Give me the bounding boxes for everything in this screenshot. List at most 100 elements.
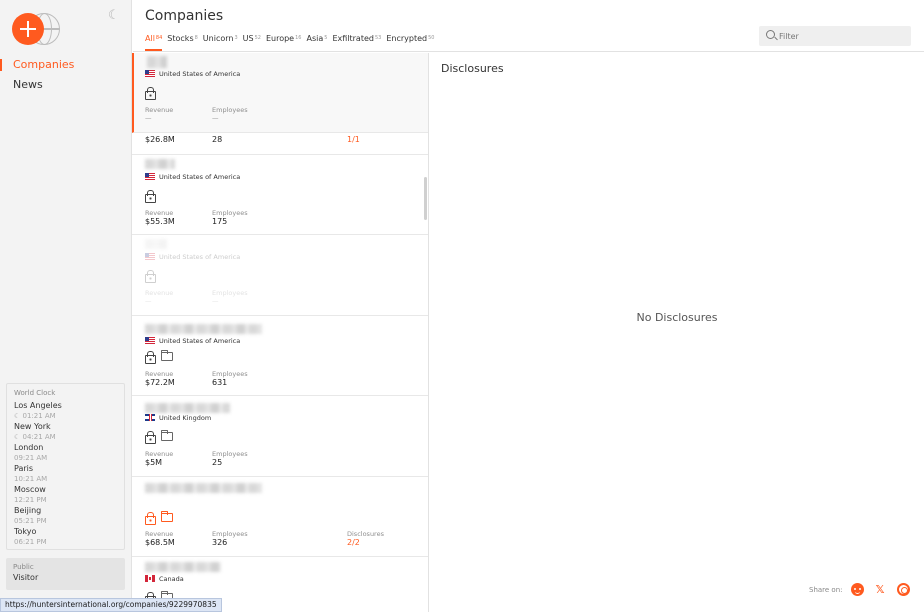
tab-unicorn[interactable]: Unicorn3 — [203, 33, 238, 48]
status-icons — [145, 190, 161, 203]
revenue-value: $55.3M — [145, 217, 175, 226]
dark-mode-toggle-icon[interactable]: ☾ — [108, 8, 120, 23]
detail-pane: Disclosures No Disclosures Share on: 𝕏 — [430, 53, 924, 612]
revenue-stat: Revenue $55.3M — [145, 209, 175, 227]
company-card[interactable]: $26.8M 28 1/1 — [132, 133, 428, 155]
filter-box[interactable] — [759, 26, 911, 46]
revenue-value: $68.5M — [145, 538, 175, 547]
us-flag-icon — [145, 253, 155, 260]
reddit-icon — [850, 583, 864, 596]
lock-icon — [145, 512, 156, 525]
clock-city: Moscow — [14, 485, 46, 494]
tab-label: Europe — [265, 34, 295, 43]
world-clock-title: World Clock — [14, 389, 56, 397]
company-card[interactable]: United States of America Revenue — Employ… — [132, 53, 428, 133]
logo[interactable] — [12, 12, 62, 46]
clock-city: Tokyo — [14, 527, 37, 536]
company-list[interactable]: United States of America Revenue — Employ… — [132, 53, 429, 612]
tab-encrypted[interactable]: Encrypted50 — [386, 33, 434, 48]
company-country: United States of America — [145, 253, 240, 262]
clock-time: 09:21 AM — [14, 454, 48, 462]
tab-stocks[interactable]: Stocks8 — [167, 33, 198, 48]
tab-us[interactable]: US52 — [243, 33, 261, 48]
revenue-label: Revenue — [145, 530, 174, 538]
disclosures-label: Disclosures — [347, 530, 384, 538]
folder-icon — [161, 511, 173, 522]
us-flag-icon — [145, 70, 155, 77]
status-icons — [145, 511, 173, 525]
company-card[interactable]: United States of America Revenue — Employ… — [132, 235, 428, 316]
employees-stat: Employees 631 — [212, 370, 248, 388]
clock-city: New York — [14, 422, 51, 431]
revenue-stat: Revenue $72.2M — [145, 370, 175, 388]
clock-time: 06:21 PM — [14, 538, 47, 546]
employees-label: Employees — [212, 209, 248, 217]
employees-label: Employees — [212, 450, 248, 458]
user-role: Public — [13, 563, 34, 571]
tab-count: 16 — [295, 35, 302, 41]
country-label: United States of America — [159, 70, 241, 78]
blurred-company-name — [145, 562, 221, 572]
blurred-company-name — [147, 56, 167, 68]
country-label: United States of America — [159, 337, 241, 345]
disclosures-stat: Disclosures 2/2 — [347, 530, 384, 548]
share-bar: Share on: 𝕏 — [809, 583, 920, 596]
tab-count: 3 — [234, 35, 238, 41]
country-label: United States of America — [159, 173, 241, 181]
employees-value: 28 — [212, 135, 223, 144]
employees-label: Employees — [212, 370, 248, 378]
clock-time: 12:21 PM — [14, 496, 47, 504]
country-label: Canada — [159, 575, 184, 583]
blurred-company-name — [145, 239, 167, 249]
tab-asia[interactable]: Asia5 — [306, 33, 327, 48]
tab-europe[interactable]: Europe16 — [266, 33, 302, 48]
revenue-stat: Revenue — — [145, 289, 173, 305]
company-country: Canada — [145, 575, 184, 584]
disclosures-value: 2/2 — [347, 538, 360, 547]
revenue-stat: $26.8M — [145, 135, 175, 145]
share-label: Share on: — [809, 585, 843, 594]
folder-icon — [161, 430, 173, 441]
company-card[interactable]: United States of America Revenue $72.2M E… — [132, 316, 428, 396]
employees-stat: Employees — — [212, 289, 248, 305]
revenue-stat: Revenue $5M — [145, 450, 173, 468]
user-panel[interactable]: Public Visitor — [6, 558, 125, 590]
disclosures-value: 1/1 — [347, 135, 360, 144]
tab-exfiltrated[interactable]: Exfiltrated53 — [332, 33, 381, 48]
company-card[interactable]: United Kingdom Revenue $5M Employees 25 — [132, 396, 428, 477]
list-scrollbar[interactable] — [424, 177, 427, 220]
sidebar-item-news[interactable]: News — [0, 78, 131, 98]
revenue-label: Revenue — [145, 106, 174, 114]
filter-tabs: All84 Stocks8 Unicorn3 US52 Europe16 Asi… — [145, 33, 439, 51]
company-country: United Kingdom — [145, 414, 211, 423]
blurred-company-name — [145, 483, 262, 493]
revenue-label: Revenue — [145, 209, 174, 217]
revenue-label: Revenue — [145, 289, 174, 297]
employees-stat: Employees — — [212, 106, 248, 122]
revenue-value: — — [145, 297, 152, 305]
sidebar-item-companies[interactable]: Companies — [0, 58, 131, 78]
share-threads-button[interactable] — [896, 583, 910, 596]
company-card[interactable]: United States of America Revenue $55.3M E… — [132, 155, 428, 235]
employees-stat: 28 — [212, 135, 222, 145]
share-x-button[interactable]: 𝕏 — [874, 583, 887, 596]
x-icon: 𝕏 — [875, 583, 885, 596]
canada-flag-icon — [145, 575, 155, 582]
employees-label: Employees — [212, 289, 248, 297]
employees-value: 326 — [212, 538, 228, 547]
filter-input[interactable] — [779, 29, 904, 43]
tab-all[interactable]: All84 — [145, 33, 163, 51]
lock-icon — [145, 190, 156, 203]
revenue-label: Revenue — [145, 370, 174, 378]
clock-city: Paris — [14, 464, 34, 473]
page-title: Companies — [145, 8, 224, 24]
us-flag-icon — [145, 337, 155, 344]
blurred-company-name — [145, 403, 230, 413]
clock-time: 05:21 PM — [14, 517, 47, 525]
status-icons — [145, 430, 173, 444]
user-name: Visitor — [13, 573, 39, 582]
company-card[interactable]: Revenue $68.5M Employees 326 Disclosures 2/… — [132, 477, 428, 557]
us-flag-icon — [145, 173, 155, 180]
empty-state: No Disclosures — [636, 311, 718, 324]
share-reddit-button[interactable] — [850, 583, 864, 596]
